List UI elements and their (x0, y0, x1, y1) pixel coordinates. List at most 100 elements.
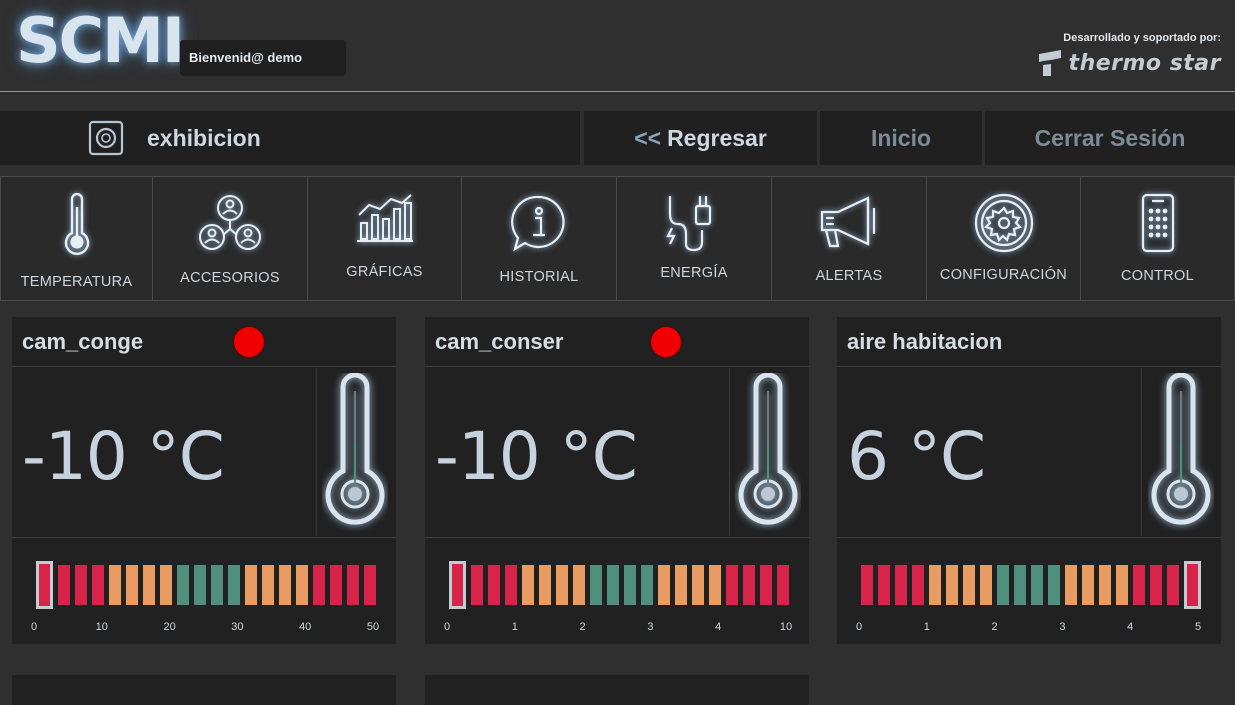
tool-configuracion[interactable]: CONFIGURACIÓN (927, 176, 1081, 301)
tool-label: TEMPERATURA (20, 274, 133, 290)
scale-segment (760, 565, 772, 605)
sensor-card-partial[interactable] (425, 675, 809, 705)
scale-segment (861, 565, 873, 605)
scale-segment (1099, 565, 1111, 605)
scale-segment (878, 565, 890, 605)
scale-tick-label: 10 (95, 621, 108, 633)
app-logo: SCMI (16, 4, 185, 77)
scale-tick-label: 0 (443, 621, 451, 633)
card-header: aire habitacion (837, 317, 1221, 367)
scale-bars (449, 561, 789, 609)
sensor-card-partial[interactable] (12, 675, 396, 705)
scale-tick-label: 40 (299, 621, 312, 633)
scale-segment (539, 565, 551, 605)
scale-segment (624, 565, 636, 605)
scale-segment (488, 565, 500, 605)
logout-button[interactable]: Cerrar Sesión (985, 111, 1235, 165)
scale-tick-label: 20 (163, 621, 176, 633)
thermo-star-logo-icon (1038, 50, 1061, 76)
module-toolbar: TEMPERATURA ACCESORIOS GRÁFICAS HISTORIA… (0, 176, 1235, 301)
scale-segment (726, 565, 738, 605)
scale-tick-label: 30 (231, 621, 244, 633)
scale-segment (573, 565, 585, 605)
scale-segment (126, 565, 138, 605)
scale-segment (777, 565, 789, 605)
accessories-icon (199, 195, 261, 250)
scale-tick-label: 5 (1194, 621, 1202, 633)
scale-segment (912, 565, 924, 605)
bar-chart-icon (356, 194, 413, 242)
scale-bars (36, 561, 376, 609)
scale-tick-label: 50 (366, 621, 380, 633)
welcome-badge: Bienvenid@ demo (180, 40, 346, 76)
scale-segment (160, 565, 172, 605)
scale-segment (658, 565, 670, 605)
sensor-name: aire habitacion (847, 329, 1003, 354)
tool-historial[interactable]: HISTORIAL (462, 176, 617, 301)
developed-by-text: Desarrollado y soportado por: (1063, 32, 1221, 44)
temperature-scale: 0 1 2 3 4 5 (837, 537, 1221, 644)
scale-segment (471, 565, 483, 605)
power-plug-icon (666, 196, 712, 252)
scale-segment (364, 565, 376, 605)
tool-label: ALERTAS (815, 268, 883, 284)
site-name: exhibicion (147, 125, 261, 151)
tool-temperatura[interactable]: TEMPERATURA (0, 176, 153, 301)
temperature-panel: -10 °C (425, 368, 730, 536)
sensor-name: cam_conser (435, 329, 564, 354)
scale-segment (1082, 565, 1094, 605)
tool-energia[interactable]: ENERGÍA (617, 176, 772, 301)
scale-segment (1065, 565, 1077, 605)
scale-segment (279, 565, 291, 605)
scale-segment (692, 565, 704, 605)
brand-logo: thermo star (1037, 48, 1221, 78)
thermometer-icon (325, 373, 385, 525)
scale-tick-label: 0 (30, 621, 38, 633)
tool-label: ACCESORIOS (180, 270, 280, 286)
scale-segment (177, 565, 189, 605)
scale-segment (590, 565, 602, 605)
scale-segment-current (449, 561, 466, 609)
tool-label: CONFIGURACIÓN (939, 267, 1068, 283)
thermometer-icon (1151, 373, 1211, 525)
card-header: cam_conge (12, 317, 396, 367)
scale-segment (262, 565, 274, 605)
scale-ticks: 0 1 2 3 4 5 (837, 621, 1221, 635)
temperature-panel: -10 °C (12, 368, 317, 536)
tool-control[interactable]: CONTROL (1081, 176, 1235, 301)
tool-alertas[interactable]: ALERTAS (772, 176, 927, 301)
scale-segment (58, 565, 70, 605)
tool-graficas[interactable]: GRÁFICAS (308, 176, 462, 301)
scale-segment (330, 565, 342, 605)
scale-tick-label: 1 (511, 621, 518, 633)
scale-segment (929, 565, 941, 605)
scale-segment-current (1184, 561, 1201, 609)
temperature-scale: 0 10 20 30 40 50 (12, 537, 396, 644)
temperature-scale: 0 1 2 3 4 10 (425, 537, 809, 644)
scale-segment (92, 565, 104, 605)
home-button[interactable]: Inicio (820, 111, 982, 165)
info-bubble-icon (511, 195, 565, 252)
back-button[interactable]: << Regresar (584, 111, 817, 165)
scale-segment (963, 565, 975, 605)
scale-segment (313, 565, 325, 605)
scale-segment (143, 565, 155, 605)
tool-accesorios[interactable]: ACCESORIOS (153, 176, 308, 301)
scale-segment (75, 565, 87, 605)
scale-tick-label: 0 (855, 621, 863, 633)
scale-segment (556, 565, 568, 605)
scale-segment (743, 565, 755, 605)
card-header: cam_conser (425, 317, 809, 367)
scale-segment (997, 565, 1009, 605)
scale-segment (895, 565, 907, 605)
scale-segment (1031, 565, 1043, 605)
tool-label: CONTROL (1121, 268, 1194, 284)
back-arrows: << (634, 125, 662, 151)
scale-segment (1116, 565, 1128, 605)
scale-tick-label: 3 (1059, 621, 1066, 633)
scale-segment (980, 565, 992, 605)
scale-segment (641, 565, 653, 605)
scale-segment (228, 565, 240, 605)
sensor-name: cam_conge (22, 329, 144, 354)
scale-segment (109, 565, 121, 605)
